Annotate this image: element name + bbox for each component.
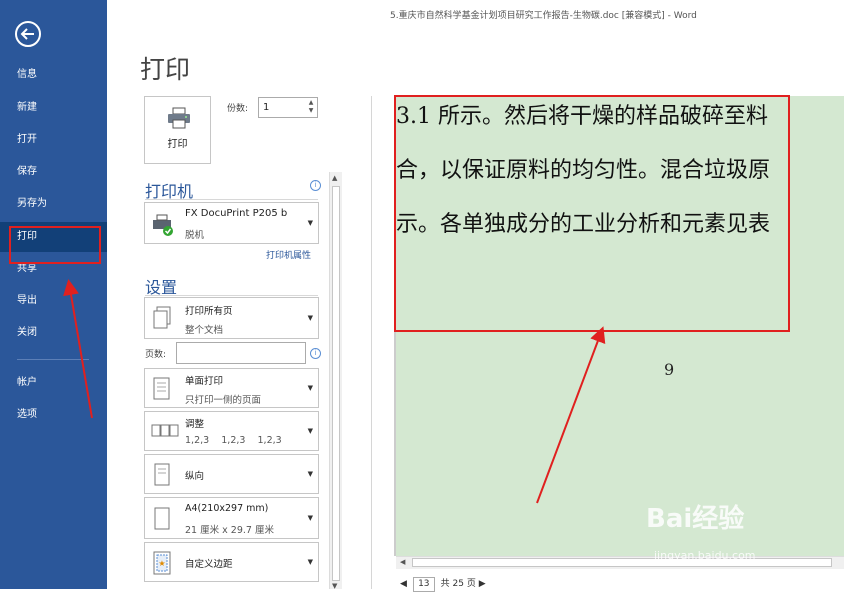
- pages-input[interactable]: [176, 342, 306, 364]
- collate-icon: [151, 424, 179, 437]
- margins-dropdown[interactable]: ★ 自定义边距 ▼: [144, 542, 319, 582]
- scrollbar-thumb[interactable]: [332, 186, 340, 581]
- sides-subtitle: 只打印一侧的页面: [185, 395, 262, 406]
- printer-name: FX DocuPrint P205 b: [185, 208, 288, 219]
- print-range-dropdown[interactable]: 打印所有页 整个文档 ▼: [144, 297, 319, 339]
- nav-item-save[interactable]: 保存: [0, 157, 107, 187]
- back-arrow-icon[interactable]: [14, 20, 42, 48]
- preview-h-scrollbar[interactable]: ◀: [396, 556, 844, 569]
- sides-title: 单面打印: [185, 376, 224, 387]
- preview-divider: [371, 96, 372, 589]
- nav-divider: [17, 359, 89, 360]
- one-sided-icon: [153, 377, 170, 400]
- collate-dropdown[interactable]: 调整 1,2,3 1,2,3 1,2,3 ▼: [144, 411, 319, 451]
- paper-size-title: A4(210x297 mm): [185, 503, 269, 514]
- nav-item-new[interactable]: 新建: [0, 93, 107, 123]
- pages-icon: [153, 306, 171, 329]
- divider: [145, 199, 318, 200]
- nav-item-export[interactable]: 导出: [0, 286, 107, 316]
- total-pages: 共 25 页: [440, 579, 476, 589]
- backstage-nav: 信息 新建 打开 保存 另存为 打印 共享 导出 关闭 帐户 选项: [0, 0, 107, 589]
- window-title: 5.重庆市自然科学基金计划项目研究工作报告-生物碳.doc [兼容模式] - W…: [390, 11, 697, 21]
- paper-size-subtitle: 21 厘米 x 29.7 厘米: [185, 525, 274, 536]
- info-icon[interactable]: i: [310, 348, 321, 359]
- nav-item-options[interactable]: 选项: [0, 400, 107, 430]
- collate-title: 调整: [185, 419, 205, 430]
- divider: [145, 295, 318, 296]
- print-range-title: 打印所有页: [185, 306, 233, 317]
- collate-subtitle: 1,2,3 1,2,3 1,2,3: [185, 435, 282, 446]
- annotation-box-print: [9, 226, 101, 264]
- copies-spinner-icon[interactable]: ▲ ▼: [307, 99, 315, 116]
- chevron-down-icon: ▼: [307, 427, 313, 435]
- info-icon[interactable]: i: [310, 180, 321, 191]
- copies-input[interactable]: 1 ▲ ▼: [258, 97, 318, 118]
- orientation-dropdown[interactable]: 纵向 ▼: [144, 454, 319, 494]
- current-page-input[interactable]: 13: [412, 577, 435, 592]
- sides-dropdown[interactable]: 单面打印 只打印一侧的页面 ▼: [144, 368, 319, 408]
- nav-item-open[interactable]: 打开: [0, 125, 107, 155]
- print-button[interactable]: 打印: [144, 96, 211, 164]
- scroll-up-icon[interactable]: ▲: [332, 174, 337, 182]
- annotation-box-preview: [394, 95, 790, 332]
- nav-item-close[interactable]: 关闭: [0, 318, 107, 348]
- page-title: 打印: [140, 55, 191, 84]
- printer-dropdown[interactable]: FX DocuPrint P205 b 脱机 ▼: [144, 202, 319, 244]
- svg-text:★: ★: [158, 559, 165, 568]
- nav-item-save-as[interactable]: 另存为: [0, 189, 107, 219]
- chevron-down-icon: ▼: [307, 384, 313, 392]
- pages-label: 页数:: [145, 350, 167, 360]
- copies-value: 1: [263, 102, 270, 113]
- printer-icon: [168, 107, 190, 129]
- nav-item-account[interactable]: 帐户: [0, 368, 107, 398]
- print-range-subtitle: 整个文档: [185, 325, 224, 336]
- margins-title: 自定义边距: [185, 559, 233, 570]
- preview-page-number: 9: [664, 360, 675, 379]
- paper-size-icon: [154, 507, 170, 530]
- chevron-down-icon: ▼: [307, 514, 313, 522]
- prev-page-icon[interactable]: ◀: [400, 579, 407, 589]
- page-navigator: ◀ 13 共 25 页 ▶: [400, 576, 486, 592]
- scrollbar-thumb[interactable]: [412, 558, 832, 567]
- settings-scrollbar[interactable]: ▲ ▼: [329, 172, 342, 590]
- chevron-down-icon: ▼: [307, 470, 313, 478]
- printer-properties-link[interactable]: 打印机属性: [266, 248, 311, 261]
- orientation-title: 纵向: [185, 471, 205, 482]
- printer-device-icon: [153, 214, 173, 236]
- print-button-label: 打印: [167, 139, 188, 150]
- chevron-down-icon: ▼: [307, 314, 313, 322]
- copies-label: 份数:: [227, 104, 249, 114]
- chevron-down-icon: ▼: [307, 558, 313, 566]
- scroll-left-icon[interactable]: ◀: [400, 558, 405, 566]
- next-page-icon[interactable]: ▶: [479, 579, 486, 589]
- chevron-down-icon: ▼: [307, 219, 313, 227]
- margins-icon: ★: [153, 551, 171, 575]
- watermark-logo: Bai经验: [646, 504, 745, 534]
- watermark-url: jingyan.baidu.com: [654, 549, 756, 562]
- portrait-icon: [154, 463, 170, 486]
- printer-status: 脱机: [185, 230, 205, 241]
- nav-item-info[interactable]: 信息: [0, 60, 107, 90]
- paper-size-dropdown[interactable]: A4(210x297 mm) 21 厘米 x 29.7 厘米 ▼: [144, 497, 319, 539]
